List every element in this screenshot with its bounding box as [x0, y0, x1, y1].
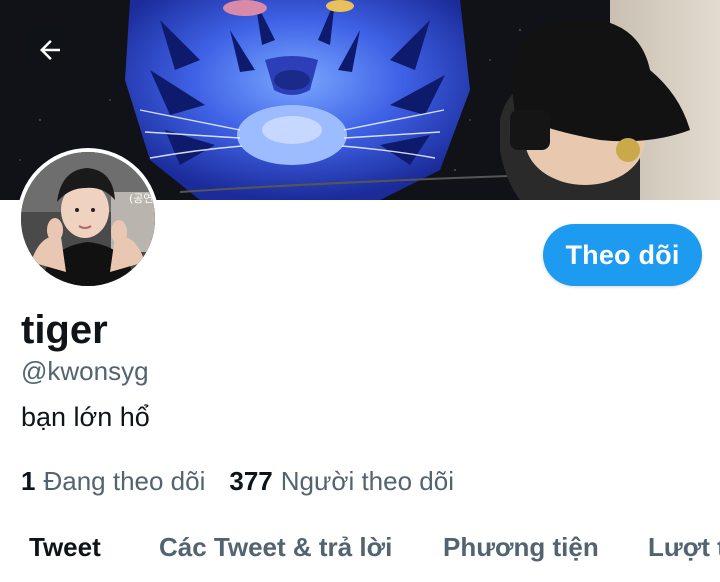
display-name: tiger [21, 308, 108, 352]
follow-button[interactable]: Theo dõi [543, 224, 702, 286]
follow-button-label: Theo dõi [565, 239, 680, 270]
avatar-image: (공연 [21, 152, 155, 286]
following-label: Đang theo dõi [43, 466, 206, 496]
following-count: 1 [21, 466, 36, 496]
tab-tweets[interactable]: Tweet [29, 532, 101, 563]
arrow-left-icon [40, 40, 60, 60]
username-handle: @kwonsyg [21, 356, 149, 386]
profile-tabs: Tweet Các Tweet & trả lời Phương tiện Lư… [0, 520, 720, 582]
followers-label: Người theo dõi [280, 466, 454, 496]
follow-stats: 1 Đang theo dõi 377 Người theo dõi [21, 466, 478, 497]
tab-likes[interactable]: Lượt t [648, 532, 720, 563]
profile-bio: bạn lớn hổ [21, 402, 150, 432]
profile-page: (공연 Theo dõi tiger @kwonsyg bạn lớn hổ 1… [0, 0, 720, 582]
tab-media[interactable]: Phương tiện [443, 532, 599, 563]
followers-count: 377 [229, 466, 273, 496]
followers-link[interactable]: 377 Người theo dõi [229, 466, 454, 497]
tab-tweets-and-replies[interactable]: Các Tweet & trả lời [159, 532, 392, 563]
profile-avatar[interactable]: (공연 [17, 148, 159, 290]
avatar-caption: (공연 [129, 192, 154, 205]
following-link[interactable]: 1 Đang theo dõi [21, 466, 205, 497]
back-button[interactable] [22, 22, 78, 78]
